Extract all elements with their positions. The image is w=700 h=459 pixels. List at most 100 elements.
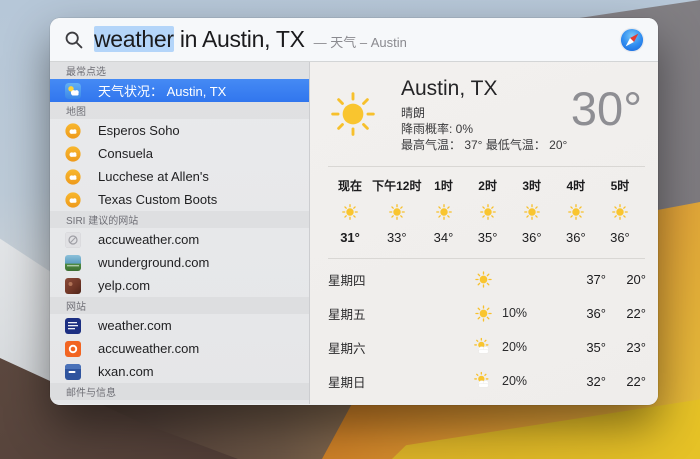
desktop: weather in Austin, TX — 天气 – Austin 最常点选 (0, 0, 700, 459)
result-label: Texas Custom Boots (98, 192, 217, 207)
search-input[interactable]: weather in Austin, TX (94, 26, 305, 53)
day-label: 星期日 (328, 372, 470, 391)
weather-precip-chance: 降雨概率: 0% (401, 121, 567, 137)
result-label: wunderground.com (98, 255, 209, 270)
current-conditions: Austin, TX 晴朗 降雨概率: 0% 最高气温： 37° 最低气温： 2… (310, 62, 658, 153)
hourly-forecast-column: 4时 36° (554, 177, 598, 245)
hour-label: 1时 (434, 177, 453, 194)
weather-app-icon (65, 83, 81, 99)
sidebar-result-row[interactable]: yelp.com (50, 274, 309, 297)
daily-forecast: 星期四 37°20°星期五 10%36°22°星期六 20%35°23°星期日 … (310, 259, 658, 398)
sidebar-section-header: 最常点选 (50, 62, 309, 79)
day-precip-chance: 10% (496, 306, 552, 320)
sunny-icon (612, 204, 628, 220)
day-high-temperature: 37° (568, 272, 606, 287)
weather-preview-panel: Austin, TX 晴朗 降雨概率: 0% 最高气温： 37° 最低气温： 2… (310, 62, 658, 404)
search-text-selection: weather (94, 26, 174, 52)
result-label: Consuela (98, 146, 153, 161)
accuweather-favicon-icon (65, 341, 81, 357)
results-sidebar: 最常点选 天气状况： Austin, TX 地图 Esperos Soho Con… (50, 62, 310, 404)
hour-label: 3时 (522, 177, 541, 194)
sidebar-result-row[interactable]: wunderground.com (50, 251, 309, 274)
sidebar-result-row[interactable]: Esperos Soho (50, 119, 309, 142)
hourly-forecast-column: 1时 34° (421, 177, 465, 245)
day-low-temperature: 20° (606, 272, 646, 287)
sidebar-result-row[interactable]: weather.com (50, 314, 309, 337)
sidebar-result-row[interactable]: 天气状况： Austin, TX (50, 79, 309, 102)
day-label: 星期四 (328, 270, 470, 289)
sidebar-result-row[interactable]: Consuela (50, 142, 309, 165)
sidebar-result-row[interactable]: kxan.com (50, 360, 309, 383)
safari-icon[interactable] (619, 27, 645, 53)
sidebar-section-header: 网站 (50, 297, 309, 314)
hour-label: 2时 (478, 177, 497, 194)
kxan-favicon-icon (65, 364, 81, 380)
weather-channel-favicon-icon (65, 318, 81, 334)
partly-cloudy-icon (470, 337, 496, 357)
web-suggestion-icon (65, 232, 81, 248)
sidebar-section-header: 地图 (50, 102, 309, 119)
day-high-temperature: 35° (568, 340, 606, 355)
sunny-icon (342, 204, 358, 220)
map-pin-icon (65, 169, 81, 185)
sidebar-result-row[interactable]: Texas Custom Boots (50, 188, 309, 211)
spotlight-window: weather in Austin, TX — 天气 – Austin 最常点选 (50, 18, 658, 405)
daily-forecast-row: 星期四 37°20° (328, 262, 646, 296)
result-label: accuweather.com (98, 232, 199, 247)
day-low-temperature: 22° (606, 374, 646, 389)
sunny-icon (524, 204, 540, 220)
result-label: weather.com (98, 318, 172, 333)
sunny-icon (568, 204, 584, 220)
day-low-temperature: 23° (606, 340, 646, 355)
day-low-temperature: 22° (606, 306, 646, 321)
wunderground-thumbnail-icon (65, 255, 81, 271)
search-completion-hint: — 天气 – Austin (314, 28, 407, 51)
hour-temperature: 36° (610, 230, 630, 245)
hour-label: 现在 (338, 177, 362, 194)
result-label: accuweather.com (98, 341, 199, 356)
hour-temperature: 36° (522, 230, 542, 245)
hour-temperature: 34° (434, 230, 454, 245)
hour-temperature: 33° (387, 230, 407, 245)
sunny-icon (470, 269, 496, 289)
map-pin-icon (65, 146, 81, 162)
sunny-icon (389, 204, 405, 220)
daily-forecast-row: 星期六 20% 35°23° (328, 330, 646, 364)
sidebar-result-row[interactable]: accuweather.com (50, 337, 309, 360)
sidebar-result-row[interactable]: accuweather.com (50, 228, 309, 251)
result-label: Esperos Soho (98, 123, 180, 138)
result-label: 天气状况： Austin, TX (98, 81, 226, 100)
hour-temperature: 35° (478, 230, 498, 245)
hour-label: 下午12时 (372, 177, 421, 194)
result-label: yelp.com (98, 278, 150, 293)
result-label: kxan.com (98, 364, 154, 379)
map-pin-icon (65, 123, 81, 139)
day-label: 星期六 (328, 338, 470, 357)
hourly-forecast-column: 5时 36° (598, 177, 642, 245)
map-pin-icon (65, 192, 81, 208)
current-temperature: 30° (571, 85, 646, 153)
hour-temperature: 31° (340, 230, 360, 245)
sidebar-section-header: 邮件与信息 (50, 383, 309, 400)
day-high-temperature: 32° (568, 374, 606, 389)
sidebar-result-row[interactable]: Lucchese at Allen's (50, 165, 309, 188)
sidebar-section-header: SIRI 建议的网站 (50, 211, 309, 228)
weather-location: Austin, TX (401, 77, 567, 101)
day-precip-chance: 20% (496, 340, 552, 354)
hourly-forecast: 现在 31°下午12时 33°1时 34°2时 35°3时 36°4时 36°5… (310, 167, 658, 245)
result-label: Lucchese at Allen's (98, 169, 209, 184)
day-precip-chance: 20% (496, 374, 552, 388)
spotlight-search-bar[interactable]: weather in Austin, TX — 天气 – Austin (50, 18, 658, 62)
hour-label: 5时 (611, 177, 630, 194)
weather-condition: 晴朗 (401, 105, 567, 121)
sunny-icon (330, 91, 376, 137)
weather-high-low: 最高气温： 37° 最低气温： 20° (401, 137, 567, 153)
hour-label: 4时 (566, 177, 585, 194)
hourly-forecast-column: 现在 31° (328, 177, 372, 245)
search-text-rest: in Austin, TX (174, 26, 305, 52)
sunny-icon (470, 303, 496, 323)
yelp-thumbnail-icon (65, 278, 81, 294)
daily-forecast-row: 星期五 10%36°22° (328, 296, 646, 330)
hourly-forecast-column: 2时 35° (466, 177, 510, 245)
hour-temperature: 36° (566, 230, 586, 245)
